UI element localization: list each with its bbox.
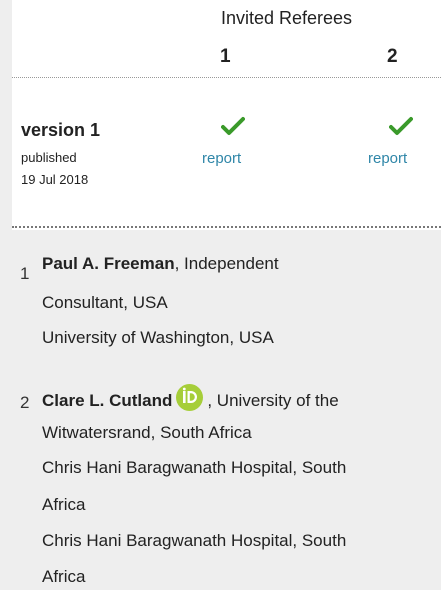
referee-2-affiliation: Chris Hani Baragwanath Hospital, South xyxy=(42,531,347,550)
referee-2-report-link[interactable]: report xyxy=(368,150,407,167)
referee-2-affiliation-start: , University of the xyxy=(207,391,339,410)
published-label: published xyxy=(21,150,77,165)
published-date: 19 Jul 2018 xyxy=(21,172,89,187)
referee-1-affiliation: University of Washington, USA xyxy=(42,328,274,347)
referee-1-affiliation: Consultant, USA xyxy=(42,293,168,312)
referee-2-affiliation: Africa xyxy=(42,567,86,586)
referee-1-report-link[interactable]: report xyxy=(202,150,241,167)
divider xyxy=(12,226,441,228)
referee-2-affiliation: Witwatersrand, South Africa xyxy=(42,423,252,442)
referee-2-number: 2 xyxy=(20,393,30,412)
version-label: version 1 xyxy=(21,120,101,140)
referee-panel: Invited Referees 1 2 version 1 published… xyxy=(0,0,441,590)
checkmark-icon xyxy=(221,117,245,135)
orcid-icon[interactable] xyxy=(176,384,204,411)
invited-referees-title: Invited Referees xyxy=(12,8,441,29)
referee-2-line: Clare L. Cutland , University of the xyxy=(42,384,339,411)
referee-2-affiliation: Africa xyxy=(42,495,86,514)
referee-number-1: 1 xyxy=(220,46,231,67)
referee-1-line: Paul A. Freeman, Independent xyxy=(42,254,279,274)
referee-number-2: 2 xyxy=(387,46,398,67)
checkmark-icon xyxy=(389,117,413,135)
referee-status-header: Invited Referees 1 2 version 1 published… xyxy=(12,0,441,230)
referee-2-name: Clare L. Cutland xyxy=(42,391,173,410)
invited-referees-title-text: Invited Referees xyxy=(220,8,353,28)
divider xyxy=(12,77,441,78)
referee-1-name: Paul A. Freeman xyxy=(42,254,175,273)
referee-1-number: 1 xyxy=(20,264,30,283)
referee-2-affiliation: Chris Hani Baragwanath Hospital, South xyxy=(42,458,347,477)
referee-1-affiliation-start: , Independent xyxy=(174,254,279,273)
